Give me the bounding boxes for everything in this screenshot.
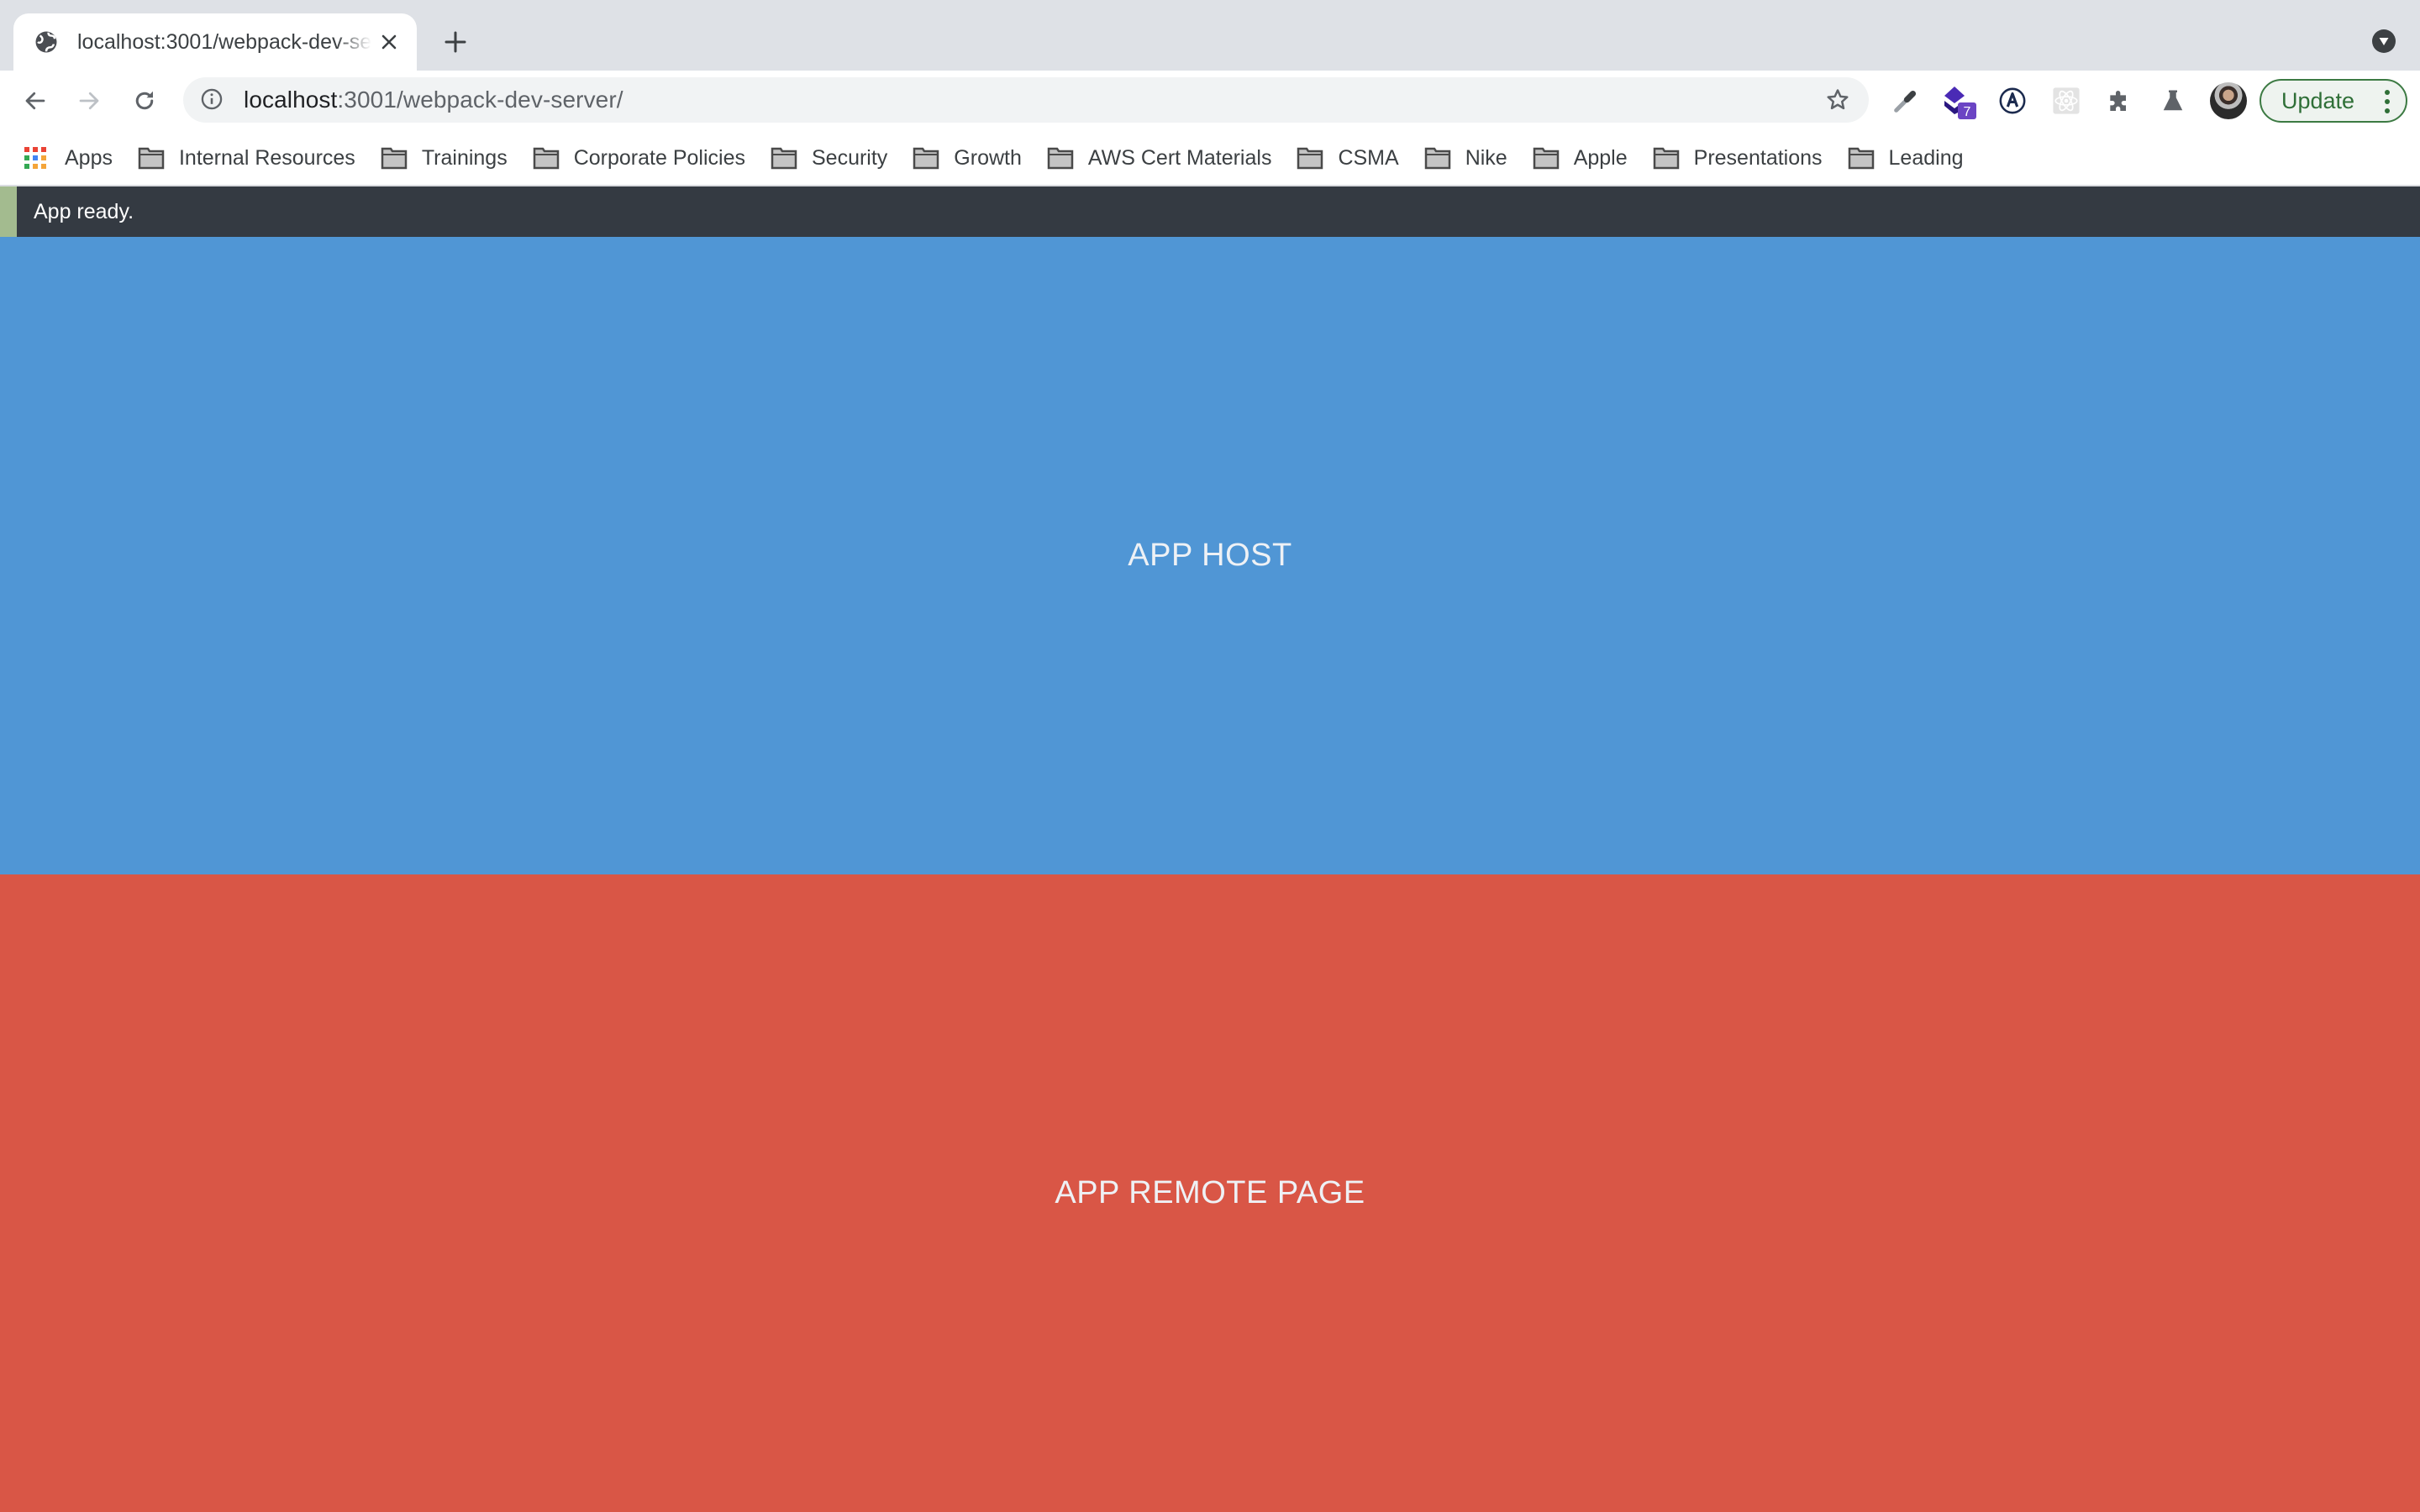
arrow-right-icon [79,92,99,110]
bookmark-label: AWS Cert Materials [1087,145,1272,170]
url-host: localhost [244,87,338,113]
folder-icon [1297,146,1323,170]
bookmark-label: Apple [1573,145,1628,170]
bookmark-folder[interactable]: Corporate Policies [533,139,745,176]
plus-icon [445,31,466,53]
bookmark-label: Corporate Policies [573,145,745,170]
close-icon[interactable] [376,29,402,55]
folder-icon [771,146,797,170]
bookmark-label: Nike [1465,145,1507,170]
url-path: :3001/webpack-dev-server/ [337,87,623,113]
address-bar[interactable]: localhost:3001/webpack-dev-server/ [183,77,1869,123]
folder-icon [1533,146,1560,170]
app-host-title: APP HOST [1128,538,1292,573]
bookmark-folder[interactable]: Leading [1848,139,1964,176]
bookmark-label: Leading [1888,145,1964,170]
folder-icon [533,146,560,170]
folder-icon [1047,146,1074,170]
chevron-down-circle-icon [2372,29,2396,53]
status-message: App ready. [34,199,134,223]
bookmark-folder[interactable]: Nike [1424,139,1507,176]
puzzle-icon [2110,91,2126,111]
globe-icon [34,29,59,55]
bookmark-folder[interactable]: Apple [1533,139,1628,176]
reload-icon [135,91,154,110]
bookmark-label: Internal Resources [178,145,355,170]
bookmark-label: Growth [954,145,1022,170]
update-button-label: Update [2281,87,2355,113]
react-devtools-icon [2053,87,2080,114]
app-remote-title: APP REMOTE PAGE [1055,1175,1365,1210]
folder-icon [913,146,939,170]
bookmark-label: Security [811,145,888,170]
bookmark-apps[interactable]: Apps [24,139,113,176]
status-accent [0,186,17,237]
folder-icon [381,146,408,170]
folder-icon [138,146,165,170]
browser-tab[interactable]: localhost:3001/webpack-dev-server/ [13,13,417,71]
info-icon[interactable] [200,87,225,113]
update-button[interactable]: Update [2260,79,2407,123]
arrow-left-icon [25,92,45,110]
flask-icon [2163,90,2183,111]
bookmark-folder[interactable]: CSMA [1297,139,1399,176]
bookmark-label: Presentations [1693,145,1823,170]
stack-extension[interactable]: 7 [1941,82,1978,119]
bookmark-label: CSMA [1338,145,1399,170]
extensions-button[interactable] [2101,82,2138,119]
kebab-menu-icon[interactable] [2384,90,2391,113]
bookmark-folder[interactable]: Trainings [381,139,508,176]
tab-search-button[interactable] [2371,29,2396,54]
new-tab-button[interactable] [440,27,471,57]
avatar[interactable] [2210,82,2247,119]
eyedropper-extension[interactable] [1887,82,1924,119]
folder-icon [1653,146,1680,170]
app-remote-panel: APP REMOTE PAGE [0,874,2420,1512]
folder-icon [1424,146,1451,170]
bookmarks-bar: Apps Internal Resources Trainings Corpor… [0,131,2420,185]
bookmark-folder[interactable]: Internal Resources [138,139,355,176]
app-host-panel: APP HOST [0,237,2420,874]
bookmark-folder[interactable]: Presentations [1653,139,1823,176]
tab-strip: localhost:3001/webpack-dev-server/ [0,0,2420,71]
reload-button[interactable] [128,84,161,118]
bookmark-label: Apps [65,145,113,170]
url-text[interactable]: localhost:3001/webpack-dev-server/ [244,87,623,113]
react-devtools-extension[interactable] [2048,82,2085,119]
bookmark-label: Trainings [421,145,508,170]
status-bar: App ready. [0,186,2420,237]
circle-a-extension[interactable] [1994,82,2031,119]
extension-badge: 7 [1964,105,1971,119]
forward-button[interactable] [72,84,106,118]
eyedropper-icon [1894,90,1917,113]
labs-button[interactable] [2154,82,2191,119]
circle-a-icon [1999,87,2026,114]
bookmark-folder[interactable]: Security [771,139,887,176]
star-icon[interactable] [1825,87,1850,113]
browser-toolbar: localhost:3001/webpack-dev-server/ 7 Upd… [0,71,2420,131]
apps-grid-icon [24,146,50,170]
bookmark-folder[interactable]: AWS Cert Materials [1047,139,1272,176]
bookmark-folder[interactable]: Growth [913,139,1022,176]
stack-extension-icon: 7 [1944,87,1976,119]
tab-title: localhost:3001/webpack-dev-server/ [77,29,371,54]
folder-icon [1848,146,1875,170]
back-button[interactable] [18,84,52,118]
